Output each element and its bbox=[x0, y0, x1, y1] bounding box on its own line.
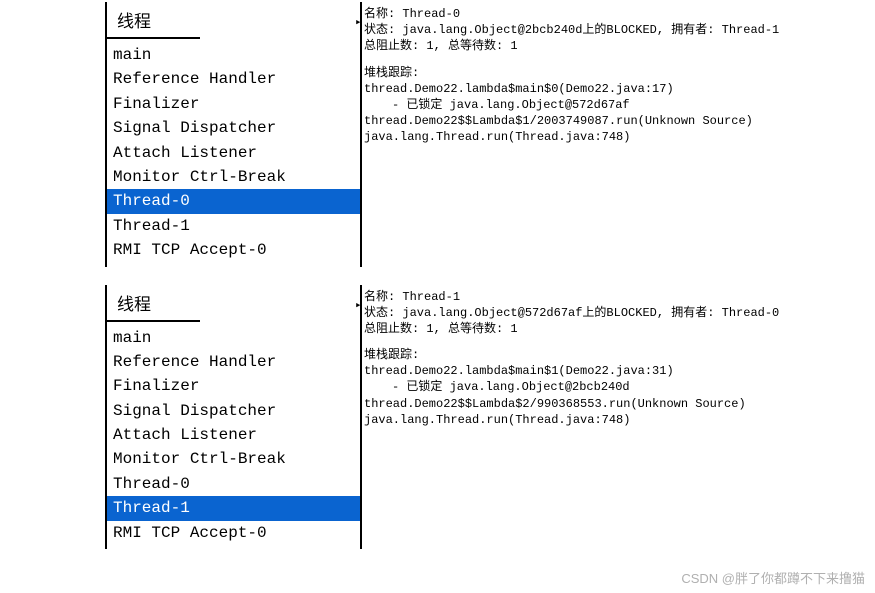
thread-item[interactable]: Attach Listener bbox=[107, 141, 360, 165]
waited-value: 1 bbox=[510, 322, 517, 336]
stack-title: 堆栈跟踪: bbox=[364, 65, 873, 81]
waited-value: 1 bbox=[510, 39, 517, 53]
stack-line: thread.Demo22.lambda$main$0(Demo22.java:… bbox=[364, 81, 873, 97]
stack-line: java.lang.Thread.run(Thread.java:748) bbox=[364, 412, 873, 428]
stack-line: thread.Demo22$$Lambda$1/2003749087.run(U… bbox=[364, 113, 873, 129]
thread-item[interactable]: Signal Dispatcher bbox=[107, 399, 360, 423]
thread-list-1: mainReference HandlerFinalizerSignal Dis… bbox=[107, 39, 360, 267]
state-value: java.lang.Object@2bcb240d上的BLOCKED, 拥有者:… bbox=[402, 23, 779, 37]
thread-list-2: mainReference HandlerFinalizerSignal Dis… bbox=[107, 322, 360, 550]
stack-title: 堆栈跟踪: bbox=[364, 347, 873, 363]
pointer-icon: ▸ bbox=[355, 16, 362, 31]
thread-item[interactable]: Monitor Ctrl-Break bbox=[107, 447, 360, 471]
thread-item[interactable]: Monitor Ctrl-Break bbox=[107, 165, 360, 189]
stack-line: java.lang.Thread.run(Thread.java:748) bbox=[364, 129, 873, 145]
blocked-label: 总阻止数: bbox=[364, 39, 419, 53]
waited-label: 总等待数: bbox=[448, 322, 503, 336]
tab-threads[interactable]: 线程 bbox=[105, 2, 200, 39]
thread-item[interactable]: Thread-1 bbox=[107, 214, 360, 238]
stack-trace-2: 堆栈跟踪: thread.Demo22.lambda$main$1(Demo22… bbox=[364, 347, 873, 428]
stack-line: - 已锁定 java.lang.Object@2bcb240d bbox=[364, 379, 873, 395]
blocked-label: 总阻止数: bbox=[364, 322, 419, 336]
state-label: 状态: bbox=[364, 23, 395, 37]
stack-trace-1: 堆栈跟踪: thread.Demo22.lambda$main$0(Demo22… bbox=[364, 65, 873, 146]
name-value: Thread-0 bbox=[402, 7, 460, 21]
waited-label: 总等待数: bbox=[448, 39, 503, 53]
state-value: java.lang.Object@572d67af上的BLOCKED, 拥有者:… bbox=[402, 306, 779, 320]
detail-name-row: 名称: Thread-1 bbox=[364, 289, 873, 305]
thread-list-column: 线程 mainReference HandlerFinalizerSignal … bbox=[107, 285, 362, 550]
tab-threads[interactable]: 线程 bbox=[105, 285, 200, 322]
name-label: 名称: bbox=[364, 290, 395, 304]
thread-item[interactable]: Finalizer bbox=[107, 92, 360, 116]
thread-item[interactable]: Finalizer bbox=[107, 374, 360, 398]
detail-state-row: 状态: java.lang.Object@572d67af上的BLOCKED, … bbox=[364, 305, 873, 321]
state-label: 状态: bbox=[364, 306, 395, 320]
detail-state-row: 状态: java.lang.Object@2bcb240d上的BLOCKED, … bbox=[364, 22, 873, 38]
thread-list-column: 线程 mainReference HandlerFinalizerSignal … bbox=[107, 2, 362, 267]
detail-counts-row: 总阻止数: 1, 总等待数: 1 bbox=[364, 38, 873, 54]
stack-line: - 已锁定 java.lang.Object@572d67af bbox=[364, 97, 873, 113]
stack-line: thread.Demo22$$Lambda$2/990368553.run(Un… bbox=[364, 396, 873, 412]
name-value: Thread-1 bbox=[402, 290, 460, 304]
blocked-value: 1, bbox=[426, 39, 440, 53]
thread-item[interactable]: RMI TCP Accept-0 bbox=[107, 521, 360, 545]
thread-item[interactable]: Reference Handler bbox=[107, 67, 360, 91]
thread-item[interactable]: main bbox=[107, 326, 360, 350]
stack-line: thread.Demo22.lambda$main$1(Demo22.java:… bbox=[364, 363, 873, 379]
name-label: 名称: bbox=[364, 7, 395, 21]
thread-item[interactable]: Reference Handler bbox=[107, 350, 360, 374]
thread-item[interactable]: Thread-1 bbox=[107, 496, 360, 520]
thread-details-2: ▸ 名称: Thread-1 状态: java.lang.Object@572d… bbox=[362, 285, 875, 550]
detail-counts-row: 总阻止数: 1, 总等待数: 1 bbox=[364, 321, 873, 337]
watermark-text: CSDN @胖了你都蹲不下来撸猫 bbox=[681, 568, 865, 587]
blocked-value: 1, bbox=[426, 322, 440, 336]
pointer-icon: ▸ bbox=[355, 299, 362, 314]
thread-item[interactable]: main bbox=[107, 43, 360, 67]
thread-item[interactable]: Signal Dispatcher bbox=[107, 116, 360, 140]
thread-panel-1: 线程 mainReference HandlerFinalizerSignal … bbox=[105, 2, 875, 267]
thread-item[interactable]: RMI TCP Accept-0 bbox=[107, 238, 360, 262]
thread-item[interactable]: Attach Listener bbox=[107, 423, 360, 447]
thread-panel-2: 线程 mainReference HandlerFinalizerSignal … bbox=[105, 285, 875, 550]
detail-name-row: 名称: Thread-0 bbox=[364, 6, 873, 22]
thread-details-1: ▸ 名称: Thread-0 状态: java.lang.Object@2bcb… bbox=[362, 2, 875, 267]
thread-item[interactable]: Thread-0 bbox=[107, 472, 360, 496]
thread-item[interactable]: Thread-0 bbox=[107, 189, 360, 213]
